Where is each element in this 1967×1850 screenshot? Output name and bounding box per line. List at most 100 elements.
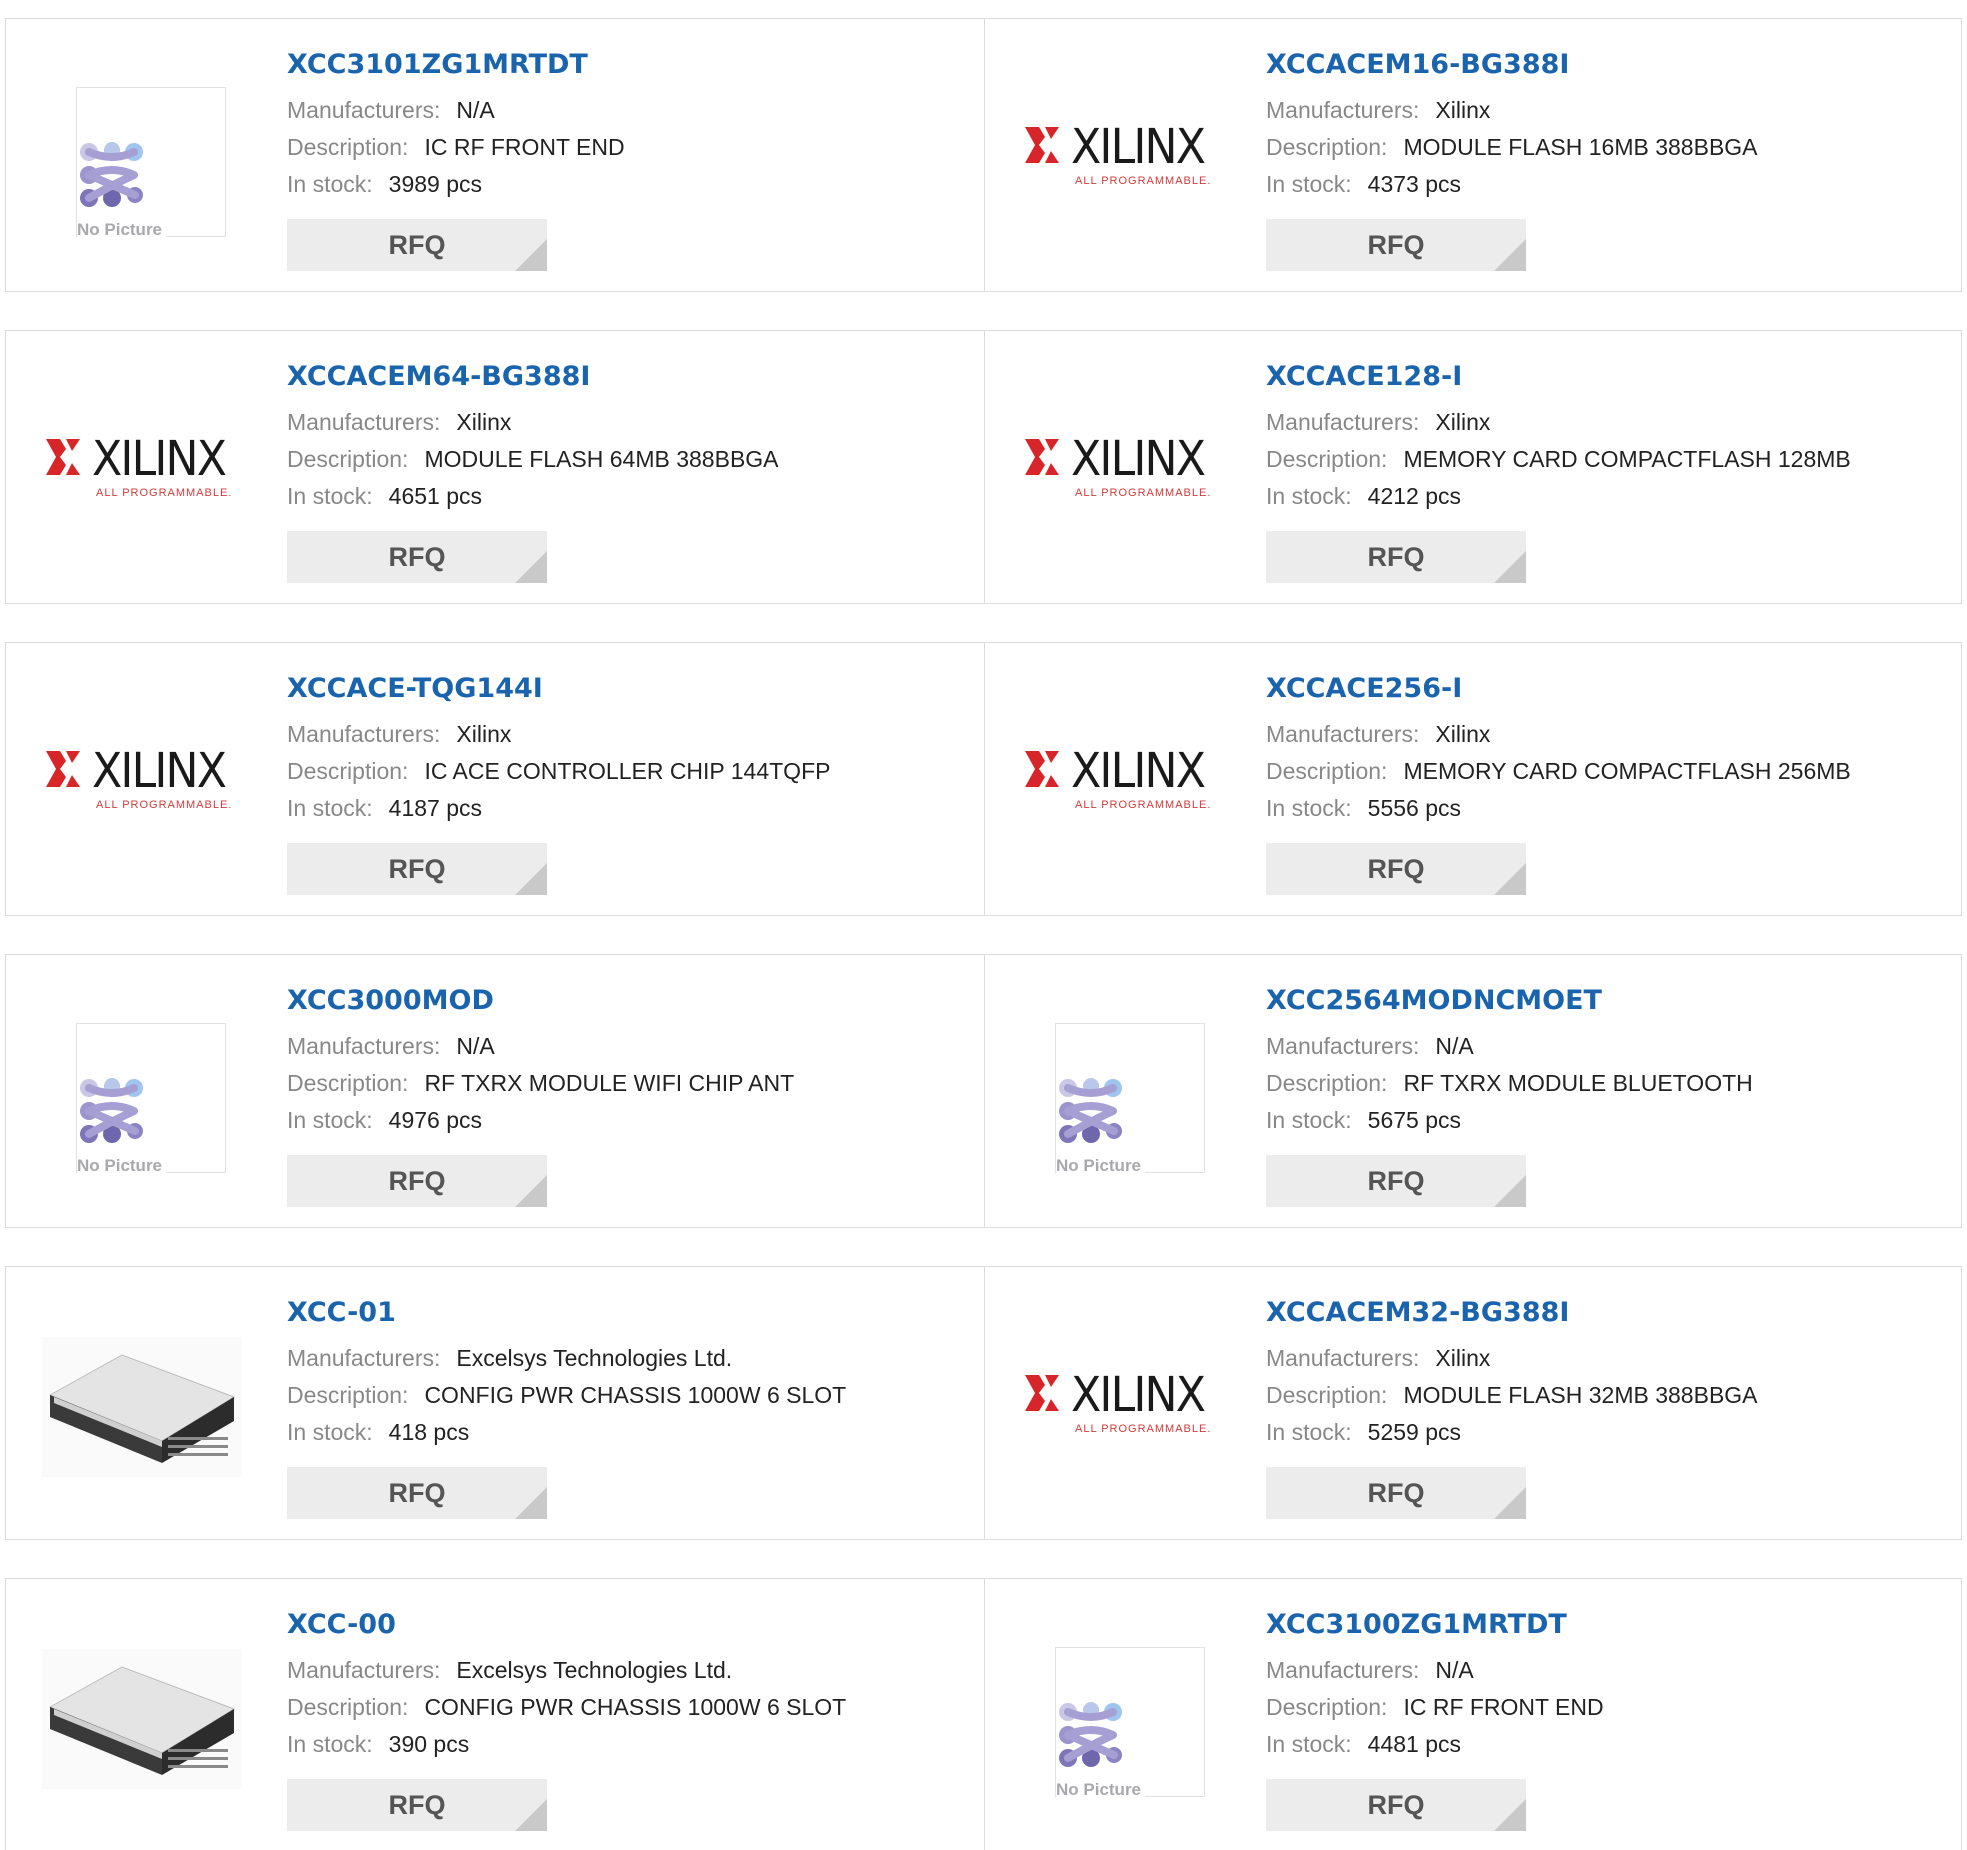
rfq-button[interactable]: RFQ: [1266, 1155, 1526, 1207]
stock-line: In stock: 4651 pcs: [287, 478, 779, 515]
product-info: XCC3100ZG1MRTDT Manufacturers: N/A Descri…: [1266, 1609, 1604, 1763]
manufacturer-value: N/A: [456, 1033, 495, 1059]
rfq-label: RFQ: [388, 230, 446, 260]
description-line: Description: CONFIG PWR CHASSIS 1000W 6 S…: [287, 1689, 846, 1726]
product-image[interactable]: No Picture: [1021, 1015, 1221, 1176]
corner-fold-icon: [1494, 1175, 1526, 1207]
rfq-button[interactable]: RFQ: [287, 1467, 547, 1519]
stock-value: 4187 pcs: [388, 795, 483, 821]
description-label: Description:: [1266, 1694, 1388, 1720]
stock-line: In stock: 5259 pcs: [1266, 1414, 1758, 1451]
part-number-link[interactable]: XCC3101ZG1MRTDT: [287, 49, 625, 80]
no-picture-icon: [80, 142, 143, 207]
product-card: XILINX ALL PROGRAMMABLE. XCCACEM64-BG388…: [6, 331, 984, 603]
xilinx-tagline: ALL PROGRAMMABLE.: [1075, 1423, 1212, 1435]
product-image[interactable]: XILINX ALL PROGRAMMABLE.: [1021, 1327, 1221, 1477]
rfq-button[interactable]: RFQ: [1266, 1779, 1526, 1831]
description-value: MEMORY CARD COMPACTFLASH 256MB: [1403, 758, 1851, 784]
xilinx-wordmark: XILINX: [92, 431, 227, 487]
part-number-link[interactable]: XCCACEM32-BG388I: [1266, 1297, 1758, 1328]
product-image[interactable]: XILINX ALL PROGRAMMABLE.: [1021, 79, 1221, 229]
description-line: Description: CONFIG PWR CHASSIS 1000W 6 S…: [287, 1377, 846, 1414]
product-image[interactable]: XILINX ALL PROGRAMMABLE.: [1021, 391, 1221, 541]
rfq-button[interactable]: RFQ: [1266, 531, 1526, 583]
stock-value: 418 pcs: [388, 1419, 470, 1445]
part-number-link[interactable]: XCC2564MODNCMOET: [1266, 985, 1753, 1016]
rfq-button[interactable]: RFQ: [287, 1779, 547, 1831]
product-image[interactable]: [42, 1639, 242, 1789]
part-number-link[interactable]: XCC-01: [287, 1297, 846, 1328]
stock-line: In stock: 390 pcs: [287, 1726, 846, 1763]
manufacturer-value: Excelsys Technologies Ltd.: [456, 1657, 733, 1683]
product-image[interactable]: [42, 1327, 242, 1477]
product-image[interactable]: XILINX ALL PROGRAMMABLE.: [42, 703, 242, 853]
rfq-button[interactable]: RFQ: [1266, 219, 1526, 271]
manufacturer-label: Manufacturers:: [287, 409, 441, 435]
xilinx-logo: XILINX ALL PROGRAMMABLE.: [1021, 119, 1231, 199]
description-line: Description: MEMORY CARD COMPACTFLASH 128…: [1266, 441, 1851, 478]
description-value: RF TXRX MODULE WIFI CHIP ANT: [424, 1070, 795, 1096]
no-picture-text: No Picture: [77, 220, 167, 240]
product-image[interactable]: No Picture: [1021, 1639, 1221, 1800]
rfq-button[interactable]: RFQ: [1266, 1467, 1526, 1519]
stock-label: In stock:: [1266, 1107, 1352, 1133]
description-line: Description: MODULE FLASH 64MB 388BBGA: [287, 441, 779, 478]
stock-line: In stock: 4976 pcs: [287, 1102, 794, 1139]
product-card: No Picture XCC3100ZG1MRTDT Manufacturers…: [984, 1579, 1963, 1850]
rfq-button[interactable]: RFQ: [287, 843, 547, 895]
stock-value: 5675 pcs: [1367, 1107, 1462, 1133]
rfq-label: RFQ: [1367, 1478, 1425, 1508]
rfq-button[interactable]: RFQ: [1266, 843, 1526, 895]
xilinx-logo: XILINX ALL PROGRAMMABLE.: [1021, 743, 1231, 823]
part-number-link[interactable]: XCCACEM16-BG388I: [1266, 49, 1758, 80]
product-info: XCC-01 Manufacturers: Excelsys Technologi…: [287, 1297, 846, 1451]
manufacturer-value: Xilinx: [1435, 97, 1491, 123]
manufacturer-line: Manufacturers: Excelsys Technologies Ltd.: [287, 1340, 846, 1377]
part-number-link[interactable]: XCCACE256-I: [1266, 673, 1851, 704]
product-image[interactable]: No Picture: [42, 79, 242, 240]
part-number-link[interactable]: XCC3000MOD: [287, 985, 794, 1016]
part-number-link[interactable]: XCC3100ZG1MRTDT: [1266, 1609, 1604, 1640]
rfq-label: RFQ: [388, 1790, 446, 1820]
xilinx-mark-icon: [1025, 439, 1059, 475]
product-image[interactable]: No Picture: [42, 1015, 242, 1176]
stock-line: In stock: 3989 pcs: [287, 166, 625, 203]
product-card: XCC-01 Manufacturers: Excelsys Technologi…: [6, 1267, 984, 1539]
stock-line: In stock: 4212 pcs: [1266, 478, 1851, 515]
product-info: XCC2564MODNCMOET Manufacturers: N/A Descr…: [1266, 985, 1753, 1139]
rfq-button[interactable]: RFQ: [287, 1155, 547, 1207]
description-value: MEMORY CARD COMPACTFLASH 128MB: [1403, 446, 1851, 472]
manufacturer-line: Manufacturers: Xilinx: [1266, 716, 1851, 753]
product-info: XCCACEM64-BG388I Manufacturers: Xilinx De…: [287, 361, 779, 515]
xilinx-mark-icon: [1025, 1375, 1059, 1411]
stock-line: In stock: 4373 pcs: [1266, 166, 1758, 203]
description-label: Description:: [1266, 1070, 1388, 1096]
manufacturer-line: Manufacturers: Xilinx: [287, 716, 830, 753]
part-number-link[interactable]: XCC-00: [287, 1609, 846, 1640]
product-row: No Picture XCC3000MOD Manufacturers: N/A …: [5, 954, 1962, 1228]
manufacturer-value: Xilinx: [456, 409, 512, 435]
product-info: XCCACE-TQG144I Manufacturers: Xilinx Desc…: [287, 673, 830, 827]
description-value: RF TXRX MODULE BLUETOOTH: [1403, 1070, 1753, 1096]
manufacturer-value: N/A: [456, 97, 495, 123]
part-number-link[interactable]: XCCACEM64-BG388I: [287, 361, 779, 392]
stock-value: 4651 pcs: [388, 483, 483, 509]
product-card: XCC-00 Manufacturers: Excelsys Technologi…: [6, 1579, 984, 1850]
description-label: Description:: [1266, 134, 1388, 160]
manufacturer-line: Manufacturers: N/A: [1266, 1652, 1604, 1689]
description-value: IC RF FRONT END: [1403, 1694, 1604, 1720]
manufacturer-line: Manufacturers: Excelsys Technologies Ltd.: [287, 1652, 846, 1689]
no-picture-placeholder: No Picture: [76, 87, 226, 240]
manufacturer-label: Manufacturers:: [287, 1033, 441, 1059]
part-number-link[interactable]: XCCACE-TQG144I: [287, 673, 830, 704]
rfq-button[interactable]: RFQ: [287, 531, 547, 583]
part-number-link[interactable]: XCCACE128-I: [1266, 361, 1851, 392]
product-row: XILINX ALL PROGRAMMABLE. XCCACE-TQG144I …: [5, 642, 1962, 916]
product-image[interactable]: XILINX ALL PROGRAMMABLE.: [42, 391, 242, 541]
product-image[interactable]: XILINX ALL PROGRAMMABLE.: [1021, 703, 1221, 853]
rfq-button[interactable]: RFQ: [287, 219, 547, 271]
manufacturer-line: Manufacturers: Xilinx: [287, 404, 779, 441]
description-label: Description:: [287, 1694, 409, 1720]
power-chassis-photo: [42, 1337, 242, 1477]
stock-label: In stock:: [1266, 1731, 1352, 1757]
